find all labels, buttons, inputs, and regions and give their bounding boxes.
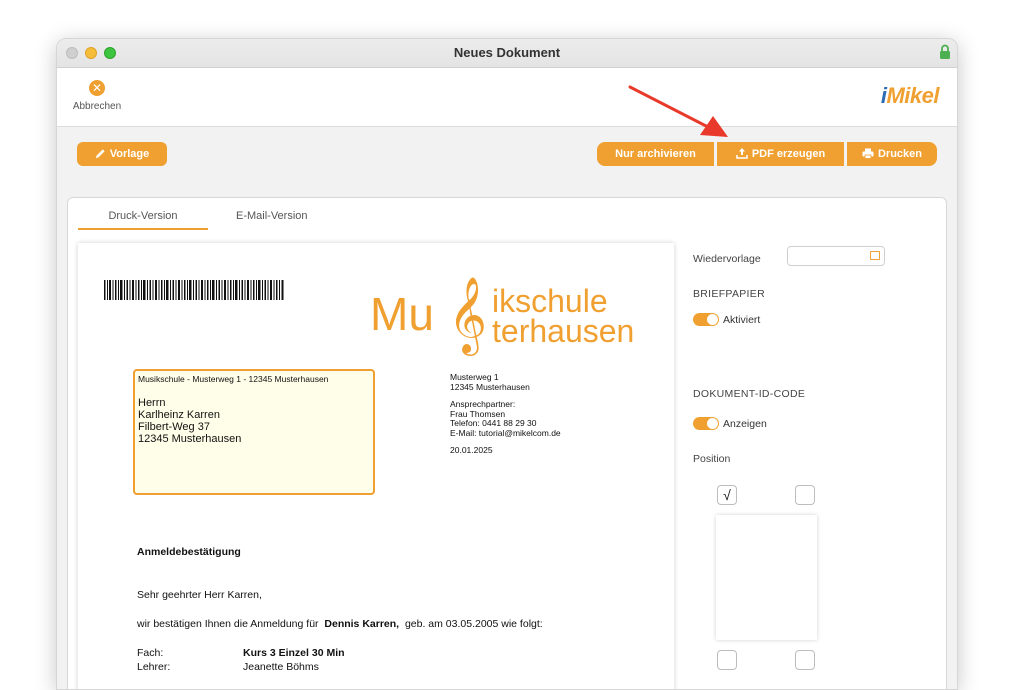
window-title: Neues Dokument [453, 45, 561, 60]
wiedervorlage-date-input[interactable] [787, 246, 885, 266]
letter-intro: wir bestätigen Ihnen die Anmeldung für D… [137, 618, 543, 630]
docid-toggle-label: Anzeigen [723, 418, 767, 430]
wiedervorlage-label: Wiedervorlage [693, 253, 761, 265]
row-label: Lehrer: [137, 661, 171, 673]
nur-archivieren-button[interactable]: Nur archivieren [597, 142, 714, 166]
calendar-icon [870, 251, 880, 260]
recipient-address: Herrn Karlheinz Karren Filbert-Weg 37 12… [138, 397, 242, 445]
close-circle-icon: ✕ [89, 80, 105, 96]
tab-email-version[interactable]: E-Mail-Version [236, 210, 308, 222]
cancel-label: Abbrechen [72, 101, 122, 112]
address-field[interactable]: Musikschule - Musterweg 1 - 12345 Muster… [133, 369, 375, 495]
docid-caption: DOKUMENT-ID-CODE [693, 388, 806, 400]
treble-clef-icon: 𝄞 [448, 277, 488, 351]
tab-druck-version[interactable]: Druck-Version [78, 210, 208, 230]
vorlage-button[interactable]: Vorlage [77, 142, 167, 166]
letter-preview: Mu 𝄞 ikschule terhausen Musikschule - Mu… [78, 243, 674, 689]
position-top-right-checkbox[interactable] [795, 485, 815, 505]
briefpapier-caption: BRIEFPAPIER [693, 288, 765, 300]
document-window: Neues Dokument ✕ Abbrechen iMikel Vorlag… [56, 38, 958, 690]
letter-heading: Anmeldebestätigung [137, 546, 241, 558]
lock-icon [940, 44, 950, 59]
printer-icon [862, 148, 874, 159]
position-bottom-right-checkbox[interactable] [795, 650, 815, 670]
briefpapier-toggle[interactable] [693, 313, 719, 326]
toolbar: ✕ Abbrechen iMikel [57, 68, 957, 127]
pdf-erzeugen-button[interactable]: PDF erzeugen [717, 142, 844, 166]
letter-greeting: Sehr geehrter Herr Karren, [137, 589, 262, 601]
barcode-icon [104, 280, 284, 300]
row-value: Kurs 3 Einzel 30 Min [243, 647, 345, 659]
document-panel: Druck-Version E-Mail-Version Mu 𝄞 ikschu… [67, 197, 947, 689]
pencil-icon [95, 149, 105, 159]
imikel-logo: iMikel [880, 83, 940, 108]
sender-info-block: Musterweg 1 12345 Musterhausen Ansprechp… [450, 372, 561, 455]
upload-icon [736, 148, 748, 159]
briefpapier-toggle-label: Aktiviert [723, 314, 761, 326]
cancel-button[interactable]: ✕ Abbrechen [67, 80, 127, 112]
position-top-left-checkbox[interactable]: √ [717, 485, 737, 505]
position-label: Position [693, 453, 731, 465]
docid-toggle[interactable] [693, 417, 719, 430]
position-preview [716, 515, 817, 640]
drucken-button[interactable]: Drucken [847, 142, 937, 166]
sender-line: Musikschule - Musterweg 1 - 12345 Muster… [138, 374, 329, 384]
row-value: Jeanette Böhms [243, 661, 319, 673]
row-label: Fach: [137, 647, 164, 659]
title-bar: Neues Dokument [57, 39, 957, 68]
position-bottom-left-checkbox[interactable] [717, 650, 737, 670]
